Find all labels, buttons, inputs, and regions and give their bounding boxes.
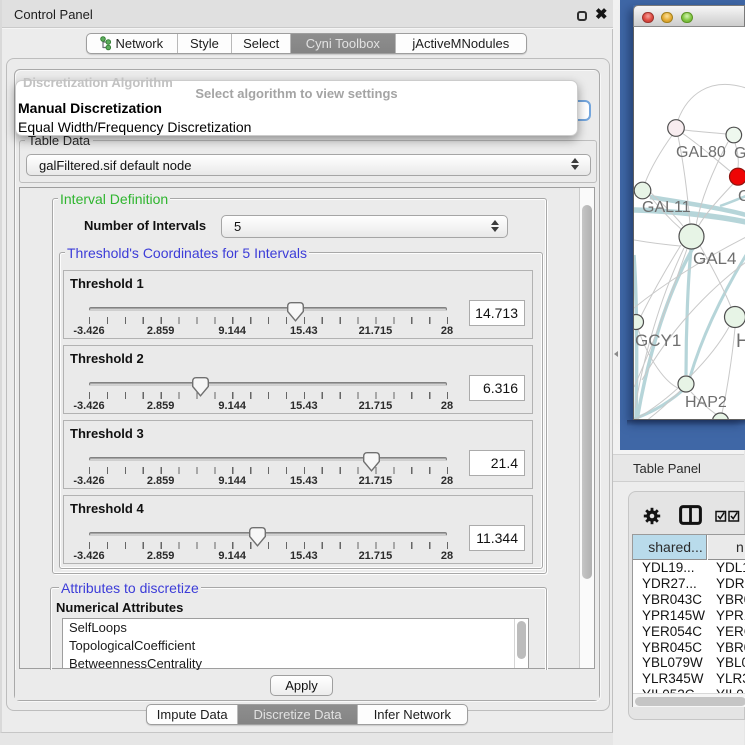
svg-text:GAL4: GAL4 [693,249,736,268]
svg-text:GAL11: GAL11 [642,199,691,216]
svg-text:GCY1: GCY1 [635,331,681,350]
svg-text:C: C [738,188,745,205]
svg-text:G.: G. [734,145,745,162]
svg-text:H: H [736,331,745,352]
svg-text:HAP2: HAP2 [685,394,727,411]
svg-text:GAL80: GAL80 [676,144,726,161]
